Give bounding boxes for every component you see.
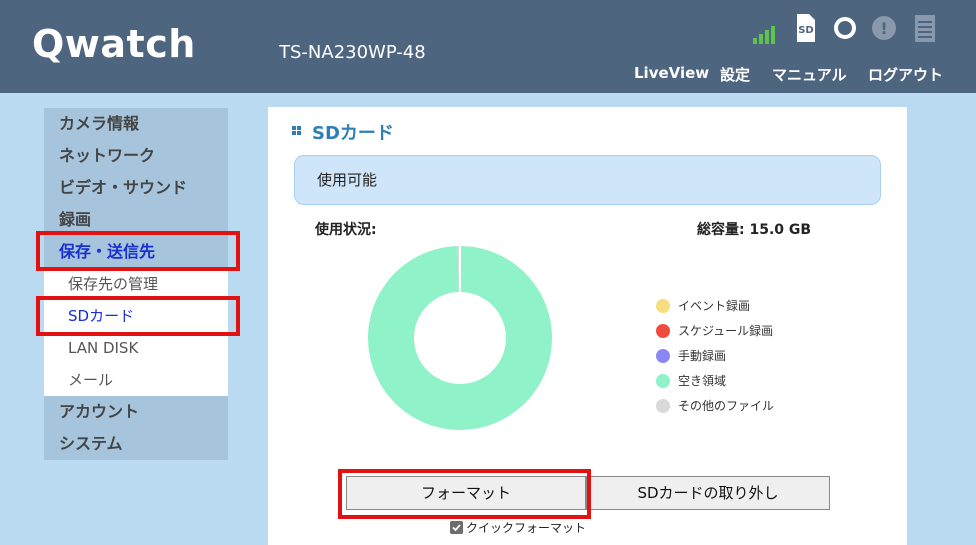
sidebar-item-recording[interactable]: 録画 [44, 204, 228, 236]
app-header: Qwatch TS-NA230WP-48 SD ! LiveView 設定 マニ… [0, 0, 976, 93]
legend-swatch [656, 349, 670, 363]
nav-logout[interactable]: ログアウト [868, 64, 943, 85]
sidebar-item-storage-destination[interactable]: 保存・送信先 [44, 236, 228, 268]
usage-label: 使用状況: [315, 222, 377, 238]
svg-text:!: ! [880, 19, 887, 38]
sidebar-subitem-mail[interactable]: メール [44, 364, 228, 396]
page-title: SDカード [312, 123, 394, 144]
legend-item-other-files: その他のファイル [656, 397, 816, 415]
legend-label: イベント録画 [678, 299, 751, 313]
recording-status-icon [834, 17, 856, 39]
sidebar-item-network[interactable]: ネットワーク [44, 140, 228, 172]
legend-label: その他のファイル [678, 399, 775, 413]
status-icon-bar: SD ! [0, 14, 976, 46]
legend-item-manual-recording: 手動録画 [656, 347, 816, 365]
legend-swatch [656, 399, 670, 413]
signal-strength-icon [753, 26, 775, 44]
main-panel: SDカード 使用可能 使用状況: 総容量: 15.0 GB イベント録画 スケジ… [268, 107, 907, 545]
document-icon [915, 15, 935, 42]
legend-label: スケジュール録画 [678, 324, 774, 338]
remove-sd-card-button[interactable]: SDカードの取り外し [586, 476, 830, 510]
sidebar-item-camera-info[interactable]: カメラ情報 [44, 108, 228, 140]
legend-swatch [656, 324, 670, 338]
sd-status-banner: 使用可能 [294, 155, 881, 205]
quick-format-checkbox[interactable] [450, 521, 463, 534]
usage-donut-chart [368, 246, 552, 430]
sidebar-item-account[interactable]: アカウント [44, 396, 228, 428]
top-nav: LiveView 設定 マニュアル ログアウト [0, 64, 976, 84]
sidebar-menu: カメラ情報 ネットワーク ビデオ・サウンド 録画 保存・送信先 保存先の管理 S… [44, 108, 228, 460]
sidebar-subitem-lan-disk[interactable]: LAN DISK [44, 332, 228, 364]
legend-item-event-recording: イベント録画 [656, 297, 816, 315]
sidebar-item-system[interactable]: システム [44, 428, 228, 460]
legend-item-schedule-recording: スケジュール録画 [656, 322, 816, 340]
section-grid-icon [292, 126, 301, 135]
nav-liveview[interactable]: LiveView [634, 64, 709, 82]
nav-settings[interactable]: 設定 [720, 64, 750, 85]
nav-manual[interactable]: マニュアル [772, 64, 847, 85]
total-capacity: 総容量: 15.0 GB [697, 222, 812, 238]
legend-swatch [656, 299, 670, 313]
sidebar-item-video-sound[interactable]: ビデオ・サウンド [44, 172, 228, 204]
format-button[interactable]: フォーマット [346, 476, 586, 510]
sd-card-icon: SD [797, 14, 815, 42]
legend-label: 空き領域 [678, 374, 727, 388]
legend-swatch [656, 374, 670, 388]
legend-label: 手動録画 [678, 349, 727, 363]
svg-text:SD: SD [798, 25, 814, 36]
quick-format-label: クイックフォーマット [466, 521, 587, 535]
legend-item-free-space: 空き領域 [656, 372, 816, 390]
alert-icon: ! [872, 16, 896, 40]
sidebar-subitem-storage-management[interactable]: 保存先の管理 [44, 268, 228, 300]
sidebar-subitem-sd-card[interactable]: SDカード [44, 300, 228, 332]
